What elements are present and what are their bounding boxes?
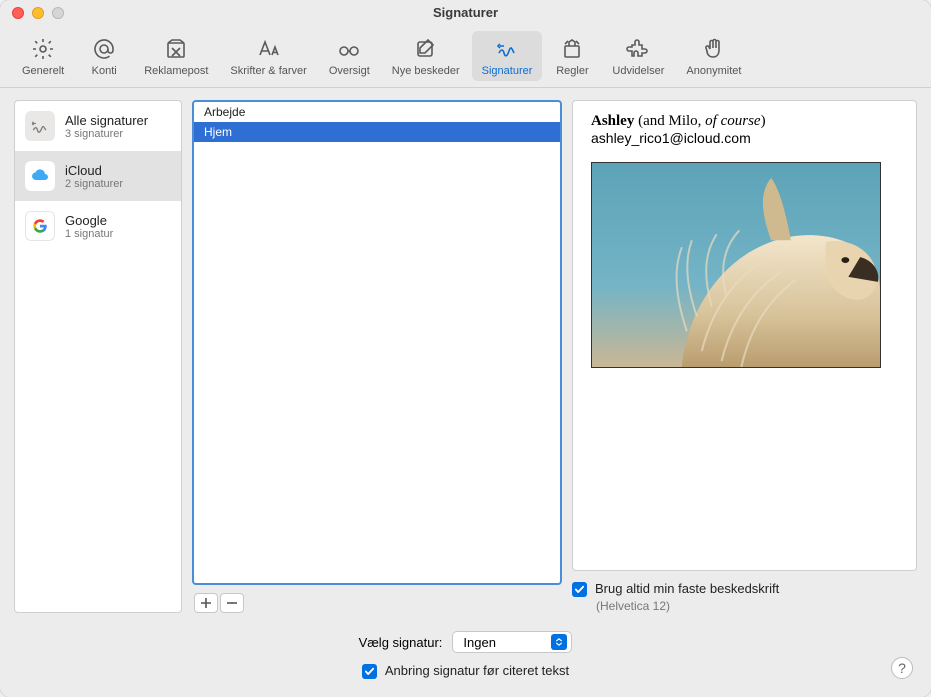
google-icon — [25, 211, 55, 241]
rules-icon — [558, 35, 586, 63]
select-signature-row: Vælg signatur: Ingen — [359, 631, 573, 653]
tab-general[interactable]: Generelt — [12, 31, 74, 81]
signature-stamp-icon — [25, 111, 55, 141]
use-fixed-font-checkbox-row[interactable]: Brug altid min faste beskedskrift — [572, 581, 917, 597]
close-button[interactable] — [12, 7, 24, 19]
tab-label: Nye beskeder — [392, 65, 460, 77]
select-value: Ingen — [463, 635, 496, 650]
select-stepper-icon — [551, 634, 567, 650]
signature-row[interactable]: Hjem — [194, 122, 560, 142]
help-button[interactable]: ? — [891, 657, 913, 679]
preferences-window: Signaturer Generelt Konti Reklamepost Sk… — [0, 0, 931, 697]
tab-label: Signaturer — [482, 65, 533, 77]
add-signature-button[interactable] — [194, 593, 218, 613]
checkbox-label: Anbring signatur før citeret tekst — [385, 663, 569, 678]
icloud-icon — [25, 161, 55, 191]
checkbox-checked-icon — [362, 664, 377, 679]
add-remove-controls — [194, 593, 562, 613]
checkbox-label: Brug altid min faste beskedskrift — [595, 581, 779, 596]
signature-email-line: ashley_rico1@icloud.com — [591, 130, 898, 146]
preferences-toolbar: Generelt Konti Reklamepost Skrifter & fa… — [0, 25, 931, 88]
tab-composing[interactable]: Nye beskeder — [382, 31, 470, 81]
sidebar-item-title: Alle signaturer — [65, 113, 148, 128]
accounts-sidebar: Alle signaturer 3 signaturer iCloud 2 si… — [14, 100, 182, 613]
tab-signatures[interactable]: Signaturer — [472, 31, 543, 81]
tab-label: Oversigt — [329, 65, 370, 77]
choose-signature-select[interactable]: Ingen — [452, 631, 572, 653]
signature-editor[interactable]: Ashley (and Milo, of course) ashley_rico… — [572, 100, 917, 571]
signature-icon — [493, 35, 521, 63]
tab-label: Generelt — [22, 65, 64, 77]
at-icon — [90, 35, 118, 63]
sidebar-item-sub: 3 signaturer — [65, 128, 148, 140]
tab-label: Reklamepost — [144, 65, 208, 77]
signature-preview-column: Ashley (and Milo, of course) ashley_rico… — [572, 100, 917, 613]
gear-icon — [29, 35, 57, 63]
bottom-controls: Vælg signatur: Ingen Anbring signatur fø… — [0, 621, 931, 697]
content-area: Alle signaturer 3 signaturer iCloud 2 si… — [0, 88, 931, 621]
tab-extensions[interactable]: Udvidelser — [602, 31, 674, 81]
tab-label: Udvidelser — [612, 65, 664, 77]
tab-junk[interactable]: Reklamepost — [134, 31, 218, 81]
traffic-lights — [12, 7, 64, 19]
sidebar-item-title: Google — [65, 213, 113, 228]
fonts-icon — [255, 35, 283, 63]
maximize-button — [52, 7, 64, 19]
signature-image — [591, 162, 881, 368]
signature-name-line: Ashley (and Milo, of course) — [591, 113, 898, 130]
tab-accounts[interactable]: Konti — [76, 31, 132, 81]
tab-label: Regler — [556, 65, 588, 77]
sidebar-item-sub: 1 signatur — [65, 228, 113, 240]
glasses-icon — [335, 35, 363, 63]
remove-signature-button[interactable] — [220, 593, 244, 613]
sidebar-item-icloud[interactable]: iCloud 2 signaturer — [15, 151, 181, 201]
puzzle-icon — [624, 35, 652, 63]
tab-fonts[interactable]: Skrifter & farver — [220, 31, 316, 81]
tab-label: Skrifter & farver — [230, 65, 306, 77]
select-label: Vælg signatur: — [359, 635, 443, 650]
tab-viewing[interactable]: Oversigt — [319, 31, 380, 81]
junk-icon — [162, 35, 190, 63]
fixed-font-detail: (Helvetica 12) — [596, 599, 917, 613]
tab-rules[interactable]: Regler — [544, 31, 600, 81]
hand-icon — [700, 35, 728, 63]
place-before-quoted-checkbox-row[interactable]: Anbring signatur før citeret tekst — [362, 663, 569, 679]
tab-label: Konti — [92, 65, 117, 77]
titlebar: Signaturer — [0, 0, 931, 25]
checkbox-checked-icon — [572, 582, 587, 597]
signature-row[interactable]: Arbejde — [194, 102, 560, 122]
window-title: Signaturer — [0, 5, 931, 20]
sidebar-item-sub: 2 signaturer — [65, 178, 123, 190]
compose-icon — [412, 35, 440, 63]
signature-list[interactable]: Arbejde Hjem — [192, 100, 562, 585]
tab-label: Anonymitet — [686, 65, 741, 77]
sidebar-item-title: iCloud — [65, 163, 123, 178]
signature-list-column: Arbejde Hjem — [192, 100, 562, 613]
right-controls: Brug altid min faste beskedskrift (Helve… — [572, 581, 917, 613]
sidebar-item-google[interactable]: Google 1 signatur — [15, 201, 181, 251]
minimize-button[interactable] — [32, 7, 44, 19]
sidebar-item-all-signatures[interactable]: Alle signaturer 3 signaturer — [15, 101, 181, 151]
tab-privacy[interactable]: Anonymitet — [676, 31, 751, 81]
